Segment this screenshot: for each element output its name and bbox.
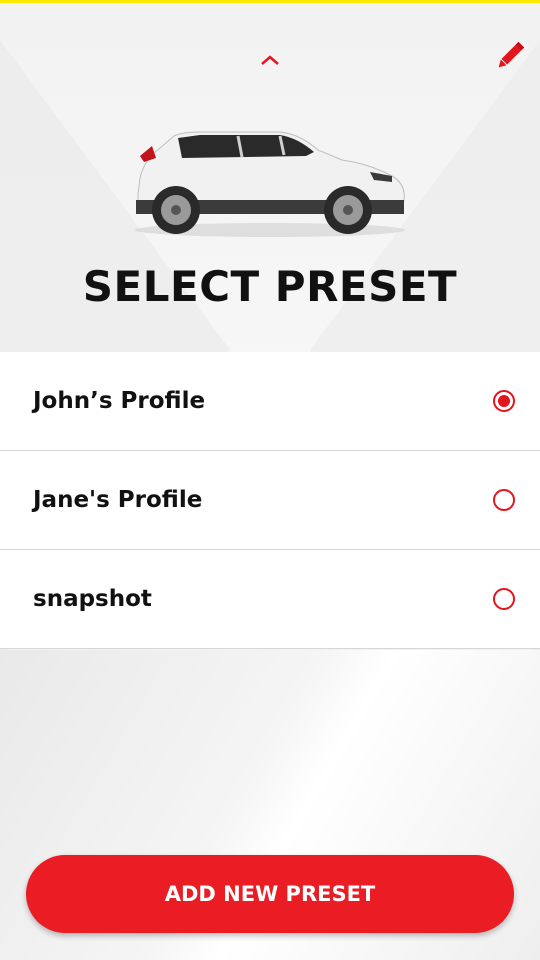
preset-label: Jane's Profile — [33, 487, 203, 513]
radio-unselected[interactable] — [493, 489, 515, 511]
preset-row-snapshot[interactable]: snapshot — [0, 550, 540, 649]
collapse-button[interactable] — [253, 48, 287, 72]
preset-label: snapshot — [33, 586, 152, 612]
preset-row-johns-profile[interactable]: John’s Profile — [0, 352, 540, 451]
preset-label: John’s Profile — [33, 388, 206, 414]
top-accent-bar — [0, 0, 540, 3]
preset-list: John’s Profile Jane's Profile snapshot — [0, 352, 540, 649]
radio-unselected[interactable] — [493, 588, 515, 610]
edit-button[interactable] — [490, 36, 530, 76]
radio-selected[interactable] — [493, 390, 515, 412]
preset-row-janes-profile[interactable]: Jane's Profile — [0, 451, 540, 550]
car-image — [135, 131, 405, 237]
add-new-preset-button[interactable]: ADD NEW PRESET — [26, 855, 514, 933]
chevron-up-icon — [261, 55, 279, 65]
page-title: SELECT PRESET — [82, 262, 458, 311]
pencil-icon — [498, 41, 525, 68]
radio-dot — [498, 395, 510, 407]
